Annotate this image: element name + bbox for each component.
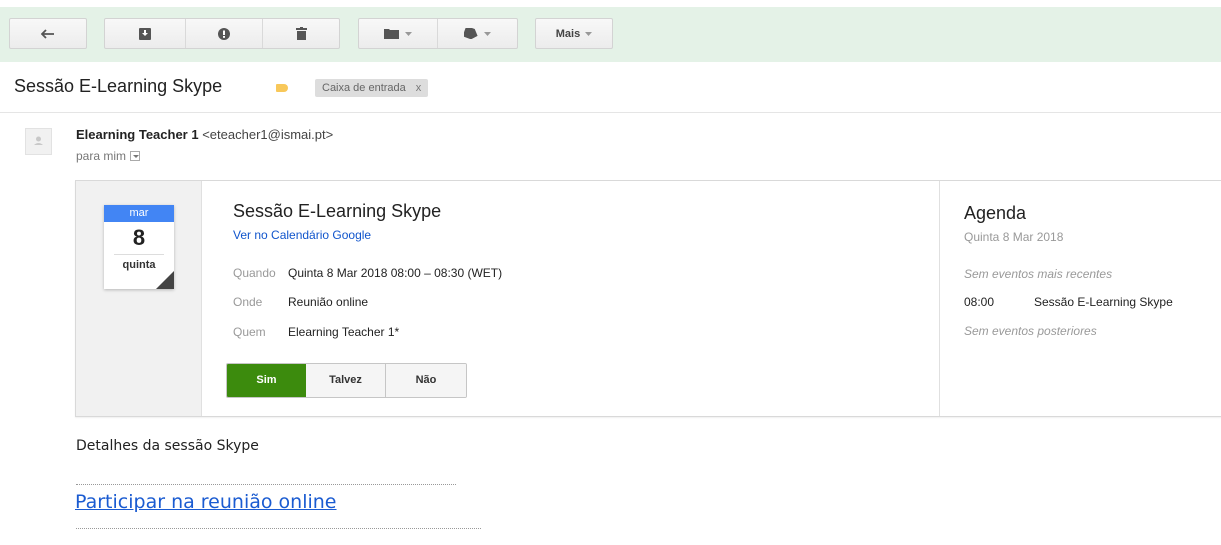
who-value: Elearning Teacher 1* [288, 325, 400, 339]
agenda-panel: Agenda Quinta 8 Mar 2018 Sem eventos mai… [939, 181, 1221, 416]
chevron-down-icon [484, 31, 491, 36]
when-row: Quando Quinta 8 Mar 2018 08:00 – 08:30 (W… [233, 266, 502, 280]
agenda-event-name: Sessão E-Learning Skype [1034, 295, 1173, 309]
subject-row: Sessão E-Learning Skype Caixa de entrada… [0, 62, 1221, 113]
when-label: Quando [233, 266, 276, 280]
when-value: Quinta 8 Mar 2018 08:00 – 08:30 (WET) [288, 266, 503, 280]
calendar-date-icon: mar 8 quinta [104, 205, 174, 289]
recipient-line: para mim [76, 149, 141, 163]
event-title: Sessão E-Learning Skype [233, 201, 442, 221]
remove-label-button[interactable]: x [416, 82, 422, 94]
message-toolbar: Mais [0, 7, 1221, 62]
calendar-month: mar [104, 205, 174, 222]
folder-icon [384, 29, 399, 39]
inbox-label-chip[interactable]: Caixa de entrada x [315, 79, 429, 97]
avatar[interactable] [25, 128, 52, 155]
calendar-invite-card: mar 8 quinta Sessão E-Learning Skype Ver… [75, 180, 1221, 417]
agenda-no-later-events: Sem eventos posteriores [964, 324, 1097, 338]
labels-button[interactable] [438, 19, 517, 48]
agenda-date: Quinta 8 Mar 2018 [964, 230, 1064, 244]
rsvp-yes-button[interactable]: Sim [227, 364, 306, 397]
page-fold-icon [156, 271, 174, 289]
session-details-text: Detalhes da sessão Skype [76, 438, 259, 454]
report-spam-button[interactable] [186, 19, 262, 48]
back-arrow-icon [41, 28, 54, 39]
invite-date-panel: mar 8 quinta [76, 181, 202, 416]
importance-marker-icon[interactable] [276, 84, 288, 92]
archive-icon [139, 27, 151, 40]
rsvp-buttons: Sim Talvez Não [226, 363, 467, 398]
delete-button[interactable] [263, 19, 339, 48]
where-label: Onde [233, 295, 263, 309]
where-value: Reunião online [288, 295, 369, 309]
action-button-group [104, 18, 340, 49]
rsvp-maybe-button[interactable]: Talvez [306, 364, 386, 397]
view-in-calendar-link[interactable]: Ver no Calendário Google [233, 228, 371, 242]
rsvp-no-button[interactable]: Não [386, 364, 466, 397]
report-spam-icon [218, 27, 230, 40]
calendar-weekday: quinta [122, 259, 156, 271]
sender-line: Elearning Teacher 1 <eteacher1@ismai.pt> [76, 127, 333, 142]
agenda-event[interactable]: 08:00 Sessão E-Learning Skype [964, 295, 1173, 309]
more-label: Mais [555, 27, 581, 40]
join-meeting-link[interactable]: Participar na reunião online [75, 491, 337, 513]
folder-label-group [358, 18, 518, 49]
show-details-dropdown-icon[interactable] [130, 151, 141, 161]
where-row: Onde Reunião online [233, 295, 368, 309]
more-button[interactable]: Mais [535, 18, 613, 49]
message-subject: Sessão E-Learning Skype [14, 76, 223, 96]
person-icon [34, 136, 43, 145]
chevron-down-icon [405, 31, 412, 36]
sender-email: <eteacher1@ismai.pt> [202, 127, 334, 142]
label-tag-icon [464, 28, 478, 39]
dotted-divider [76, 484, 456, 485]
move-to-button[interactable] [359, 19, 437, 48]
back-button[interactable] [9, 18, 87, 49]
who-row: Quem Elearning Teacher 1* [233, 325, 399, 339]
dotted-divider [76, 528, 481, 529]
inbox-label-text: Caixa de entrada [322, 82, 406, 94]
sender-name[interactable]: Elearning Teacher 1 [76, 127, 199, 142]
trash-icon [295, 27, 307, 40]
calendar-day: 8 [132, 225, 146, 250]
archive-button[interactable] [105, 19, 185, 48]
recipient-text: para mim [76, 149, 127, 163]
agenda-event-time: 08:00 [964, 295, 995, 309]
divider [114, 254, 164, 255]
who-label: Quem [233, 325, 266, 339]
agenda-title: Agenda [964, 203, 1027, 223]
agenda-no-earlier-events: Sem eventos mais recentes [964, 267, 1113, 281]
chevron-down-icon [585, 31, 593, 36]
